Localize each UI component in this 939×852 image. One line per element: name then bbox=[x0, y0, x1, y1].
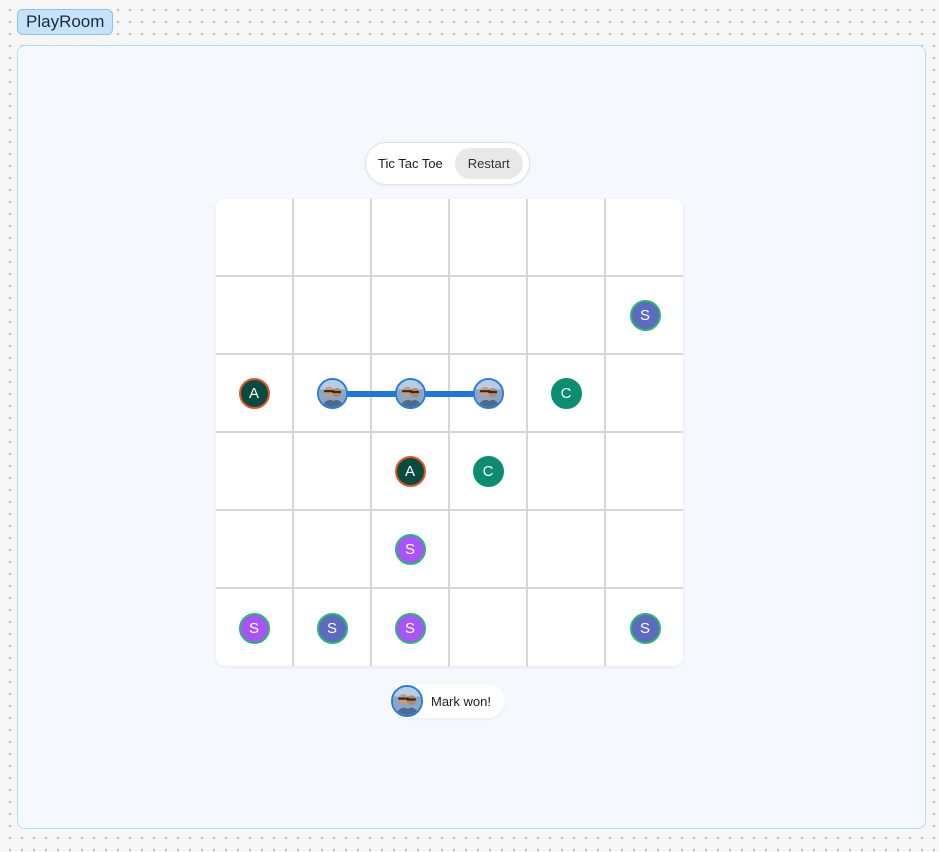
board-cell-r2-c5[interactable] bbox=[606, 355, 683, 433]
board-cell-r4-c5[interactable] bbox=[606, 511, 683, 589]
board-cell-r3-c2[interactable]: A bbox=[372, 433, 450, 511]
board-cell-r2-c4[interactable]: C bbox=[528, 355, 606, 433]
board-cell-r5-c0[interactable]: S bbox=[216, 589, 294, 666]
board-cell-r4-c2[interactable]: S bbox=[372, 511, 450, 589]
app-title: PlayRoom bbox=[17, 9, 114, 35]
board-cell-r1-c1[interactable] bbox=[294, 277, 372, 355]
player-photo-token bbox=[472, 377, 504, 409]
board-cell-r1-c0[interactable] bbox=[216, 277, 294, 355]
board-cell-r0-c1[interactable] bbox=[294, 199, 372, 277]
board-cell-r4-c4[interactable] bbox=[528, 511, 606, 589]
status-text: Mark won! bbox=[431, 693, 491, 709]
board-cell-r0-c0[interactable] bbox=[216, 199, 294, 277]
board-cell-r3-c5[interactable] bbox=[606, 433, 683, 511]
status-message: Mark won! bbox=[389, 684, 505, 718]
player-token-s: S bbox=[629, 299, 661, 331]
board-cell-r1-c2[interactable] bbox=[372, 277, 450, 355]
player-photo-icon bbox=[396, 379, 424, 407]
board-cell-r1-c4[interactable] bbox=[528, 277, 606, 355]
board-cell-r3-c3[interactable]: C bbox=[450, 433, 528, 511]
board-cell-r2-c0[interactable]: A bbox=[216, 355, 294, 433]
player-token-s: S bbox=[629, 612, 661, 644]
game-toolbar: Tic Tac Toe Restart bbox=[365, 142, 530, 185]
board-cell-r1-c3[interactable] bbox=[450, 277, 528, 355]
player-photo-token bbox=[316, 377, 348, 409]
player-token-s: S bbox=[394, 533, 426, 565]
board-cell-r5-c3[interactable] bbox=[450, 589, 528, 666]
game-board: S A C A C S S S S S bbox=[216, 199, 683, 666]
game-title: Tic Tac Toe bbox=[378, 156, 443, 171]
board-cell-r5-c4[interactable] bbox=[528, 589, 606, 666]
player-token-c: C bbox=[550, 377, 582, 409]
board-cell-r0-c2[interactable] bbox=[372, 199, 450, 277]
board-cell-r3-c4[interactable] bbox=[528, 433, 606, 511]
player-token-c: C bbox=[472, 455, 504, 487]
player-photo-icon bbox=[318, 379, 346, 407]
player-token-s: S bbox=[316, 612, 348, 644]
player-token-s: S bbox=[394, 612, 426, 644]
restart-button[interactable]: Restart bbox=[454, 148, 523, 179]
board-cell-r3-c1[interactable] bbox=[294, 433, 372, 511]
board-cell-r5-c2[interactable]: S bbox=[372, 589, 450, 666]
player-photo-icon bbox=[474, 379, 502, 407]
board-cell-r5-c1[interactable]: S bbox=[294, 589, 372, 666]
board-cell-r4-c3[interactable] bbox=[450, 511, 528, 589]
board-cell-r4-c0[interactable] bbox=[216, 511, 294, 589]
board-cell-r0-c5[interactable] bbox=[606, 199, 683, 277]
player-token-a: A bbox=[394, 455, 426, 487]
board-cell-r5-c5[interactable]: S bbox=[606, 589, 683, 666]
winner-avatar bbox=[391, 685, 423, 717]
board-cell-r3-c0[interactable] bbox=[216, 433, 294, 511]
player-photo-token bbox=[394, 377, 426, 409]
player-token-a: A bbox=[238, 377, 270, 409]
board-cell-r1-c5[interactable]: S bbox=[606, 277, 683, 355]
board-cell-r4-c1[interactable] bbox=[294, 511, 372, 589]
board-cell-r0-c3[interactable] bbox=[450, 199, 528, 277]
player-token-s: S bbox=[238, 612, 270, 644]
winner-photo-icon bbox=[393, 687, 421, 715]
board-cell-r0-c4[interactable] bbox=[528, 199, 606, 277]
